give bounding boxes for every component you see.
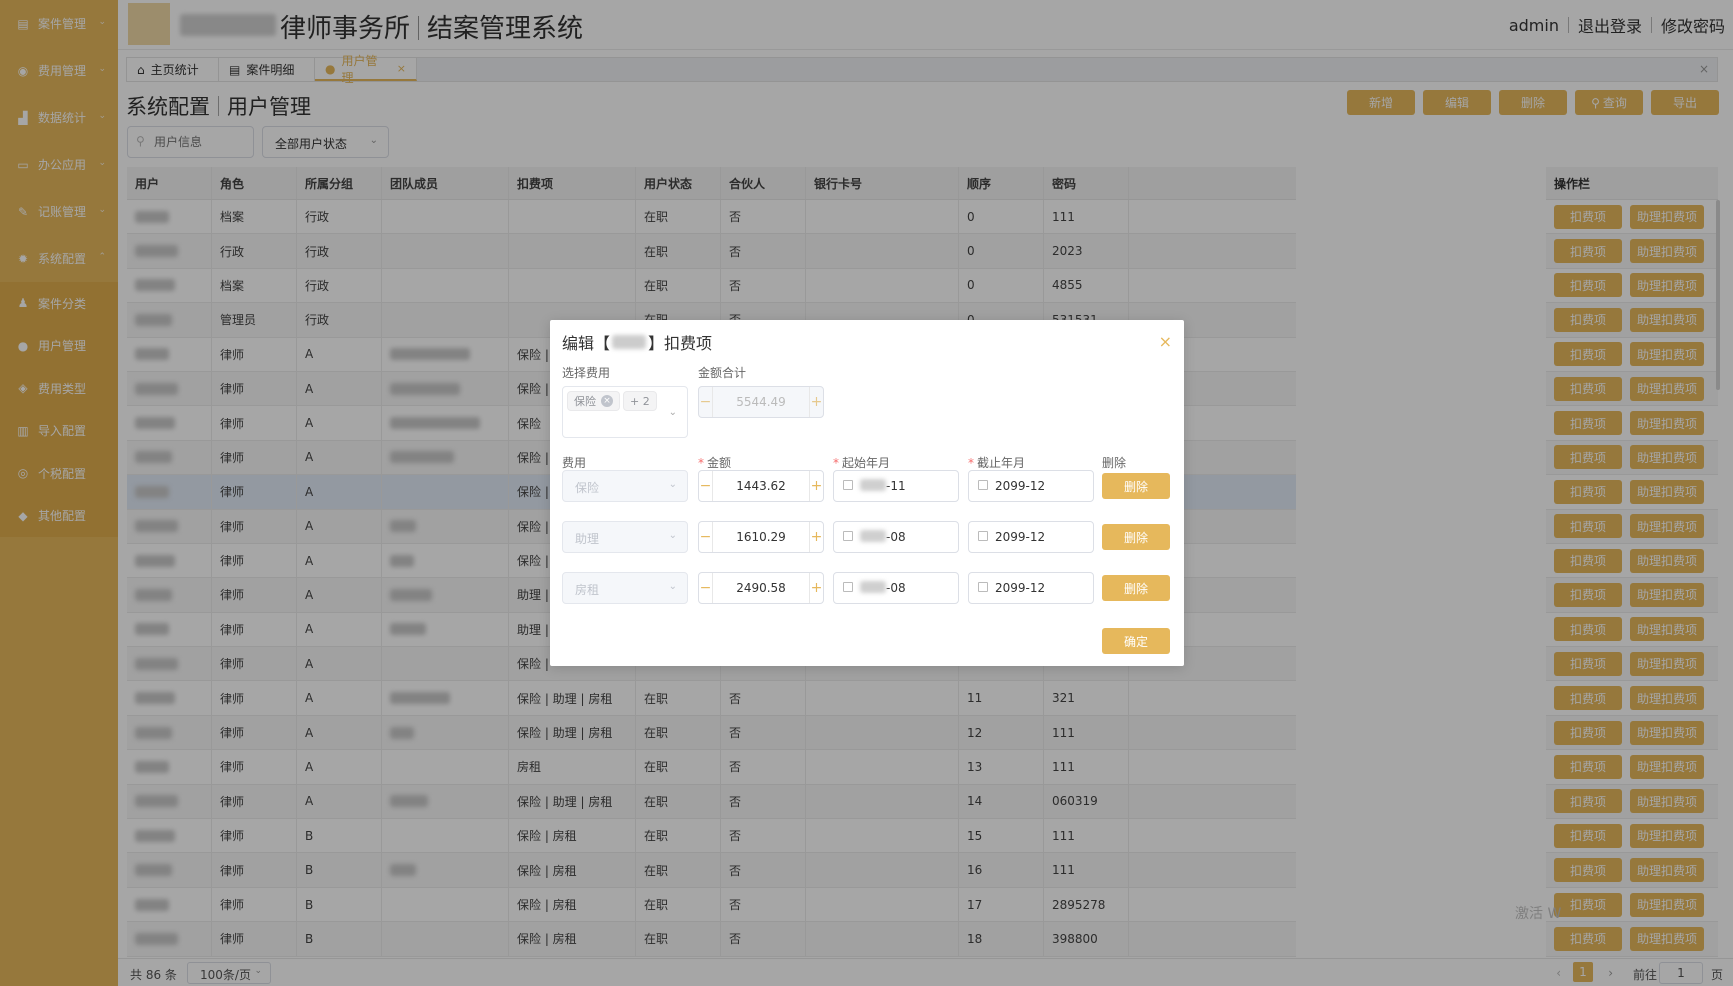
end-month-picker[interactable]: 2099-12 <box>968 521 1094 553</box>
col-end-label: * 截止年月 <box>968 456 1026 470</box>
edit-deductions-dialog: 编辑【 】扣费项 × 选择费用 金额合计 保险 × + 2 ⌄ − 5544.49 … <box>550 320 1184 666</box>
plus-icon[interactable]: + <box>809 522 823 552</box>
start-month-picker[interactable]: -08 <box>833 521 959 553</box>
chevron-down-icon: ⌄ <box>668 407 677 418</box>
start-month-suffix: -11 <box>886 479 906 493</box>
chip-remove-icon[interactable]: × <box>601 395 613 407</box>
redacted-year <box>860 530 886 542</box>
col-amount-label: * 金额 <box>698 456 732 470</box>
delete-row-button[interactable]: 删除 <box>1102 473 1170 499</box>
sum-label: 金额合计 <box>698 366 747 380</box>
dialog-title: 编辑【 】扣费项 <box>562 330 712 354</box>
col-start-text: 起始年月 <box>842 456 891 470</box>
sum-stepper: − 5544.49 + <box>698 386 824 418</box>
col-end-text: 截止年月 <box>977 456 1026 470</box>
sum-value: 5544.49 <box>736 395 786 409</box>
start-month-suffix: -08 <box>886 581 906 595</box>
minus-icon: − <box>699 387 713 417</box>
end-month-value: 2099-12 <box>995 581 1046 595</box>
dialog-title-prefix: 编辑【 <box>562 334 611 353</box>
amount-value[interactable]: 2490.58 <box>713 573 809 603</box>
delete-row-button[interactable]: 删除 <box>1102 575 1170 601</box>
end-month-value: 2099-12 <box>995 479 1046 493</box>
amount-stepper[interactable]: −1610.29 + <box>698 521 824 553</box>
amount-stepper[interactable]: −1443.62 + <box>698 470 824 502</box>
confirm-button[interactable]: 确定 <box>1102 628 1170 654</box>
fee-select-value: 保险 <box>575 481 600 495</box>
fee-select[interactable]: 助理 ⌄ <box>562 521 688 553</box>
end-month-picker[interactable]: 2099-12 <box>968 470 1094 502</box>
calendar-icon <box>978 531 988 541</box>
calendar-icon <box>978 582 988 592</box>
amount-value[interactable]: 1610.29 <box>713 522 809 552</box>
amount-stepper[interactable]: −2490.58 + <box>698 572 824 604</box>
start-month-picker[interactable]: -08 <box>833 572 959 604</box>
col-delete-label: 删除 <box>1102 456 1127 470</box>
redacted-year <box>860 479 886 491</box>
fee-select[interactable]: 房租 ⌄ <box>562 572 688 604</box>
redacted-user-name <box>612 335 647 349</box>
calendar-icon <box>843 531 853 541</box>
chevron-down-icon: ⌄ <box>668 530 677 541</box>
fee-chip: 保险 × <box>567 391 620 411</box>
fee-select[interactable]: 保险 ⌄ <box>562 470 688 502</box>
chevron-down-icon: ⌄ <box>668 479 677 490</box>
redacted-year <box>860 581 886 593</box>
plus-icon[interactable]: + <box>809 471 823 501</box>
minus-icon[interactable]: − <box>699 522 713 552</box>
fee-multi-select[interactable]: 保险 × + 2 ⌄ <box>562 386 688 438</box>
dialog-title-suffix: 】扣费项 <box>648 334 713 353</box>
fee-chip-label: 保险 <box>574 395 596 408</box>
fee-select-value: 助理 <box>575 532 600 546</box>
more-chip: + 2 <box>623 391 657 411</box>
fee-select-value: 房租 <box>575 583 600 597</box>
calendar-icon <box>843 582 853 592</box>
col-fee-label: 费用 <box>562 456 587 470</box>
col-amount-text: 金额 <box>707 456 732 470</box>
plus-icon: + <box>809 387 823 417</box>
start-month-picker[interactable]: -11 <box>833 470 959 502</box>
calendar-icon <box>843 480 853 490</box>
chevron-down-icon: ⌄ <box>668 581 677 592</box>
minus-icon[interactable]: − <box>699 573 713 603</box>
end-month-picker[interactable]: 2099-12 <box>968 572 1094 604</box>
col-start-label: * 起始年月 <box>833 456 891 470</box>
plus-icon[interactable]: + <box>809 573 823 603</box>
minus-icon[interactable]: − <box>699 471 713 501</box>
delete-row-button[interactable]: 删除 <box>1102 524 1170 550</box>
select-fee-label: 选择费用 <box>562 366 611 380</box>
end-month-value: 2099-12 <box>995 530 1046 544</box>
calendar-icon <box>978 480 988 490</box>
close-icon[interactable]: × <box>1159 332 1172 351</box>
amount-value[interactable]: 1443.62 <box>713 471 809 501</box>
start-month-suffix: -08 <box>886 530 906 544</box>
